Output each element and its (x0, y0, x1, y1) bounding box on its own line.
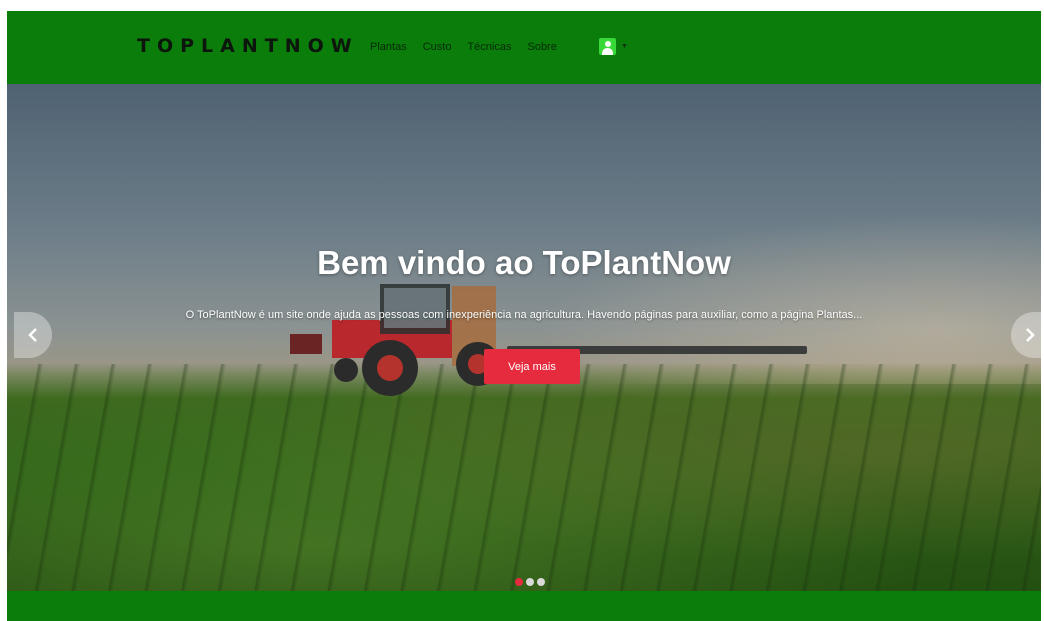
hero-background-field (7, 364, 1041, 591)
nav-link-custo[interactable]: Custo (423, 41, 452, 53)
veja-mais-button[interactable]: Veja mais (484, 349, 580, 384)
carousel-indicator-1[interactable] (515, 578, 523, 586)
carousel-prev-button[interactable] (14, 312, 52, 358)
user-icon[interactable] (599, 38, 616, 55)
hero-carousel: Bem vindo ao ToPlantNow O ToPlantNow é u… (7, 84, 1041, 591)
footer-band (7, 591, 1041, 621)
chevron-right-icon (1026, 328, 1035, 342)
user-menu[interactable]: ▼ (599, 38, 628, 55)
nav-link-tecnicas[interactable]: Técnicas (467, 41, 511, 53)
nav-links: Plantas Custo Técnicas Sobre (370, 41, 573, 53)
hero-background-glow (507, 204, 1041, 384)
page-frame: TOPLANTNOW Plantas Custo Técnicas Sobre … (7, 11, 1041, 621)
nav-link-plantas[interactable]: Plantas (370, 41, 407, 53)
nav-link-sobre[interactable]: Sobre (527, 41, 556, 53)
chevron-left-icon (28, 328, 37, 342)
chevron-down-icon[interactable]: ▼ (621, 43, 628, 50)
brand-logo[interactable]: TOPLANTNOW (137, 35, 359, 57)
hero-title: Bem vindo ao ToPlantNow (317, 244, 731, 281)
carousel-indicator-2[interactable] (526, 578, 534, 586)
navbar: TOPLANTNOW Plantas Custo Técnicas Sobre … (7, 11, 1041, 84)
carousel-indicator-3[interactable] (537, 578, 545, 586)
carousel-indicators (515, 578, 545, 586)
hero-description: O ToPlantNow é um site onde ajuda as pes… (185, 309, 863, 321)
